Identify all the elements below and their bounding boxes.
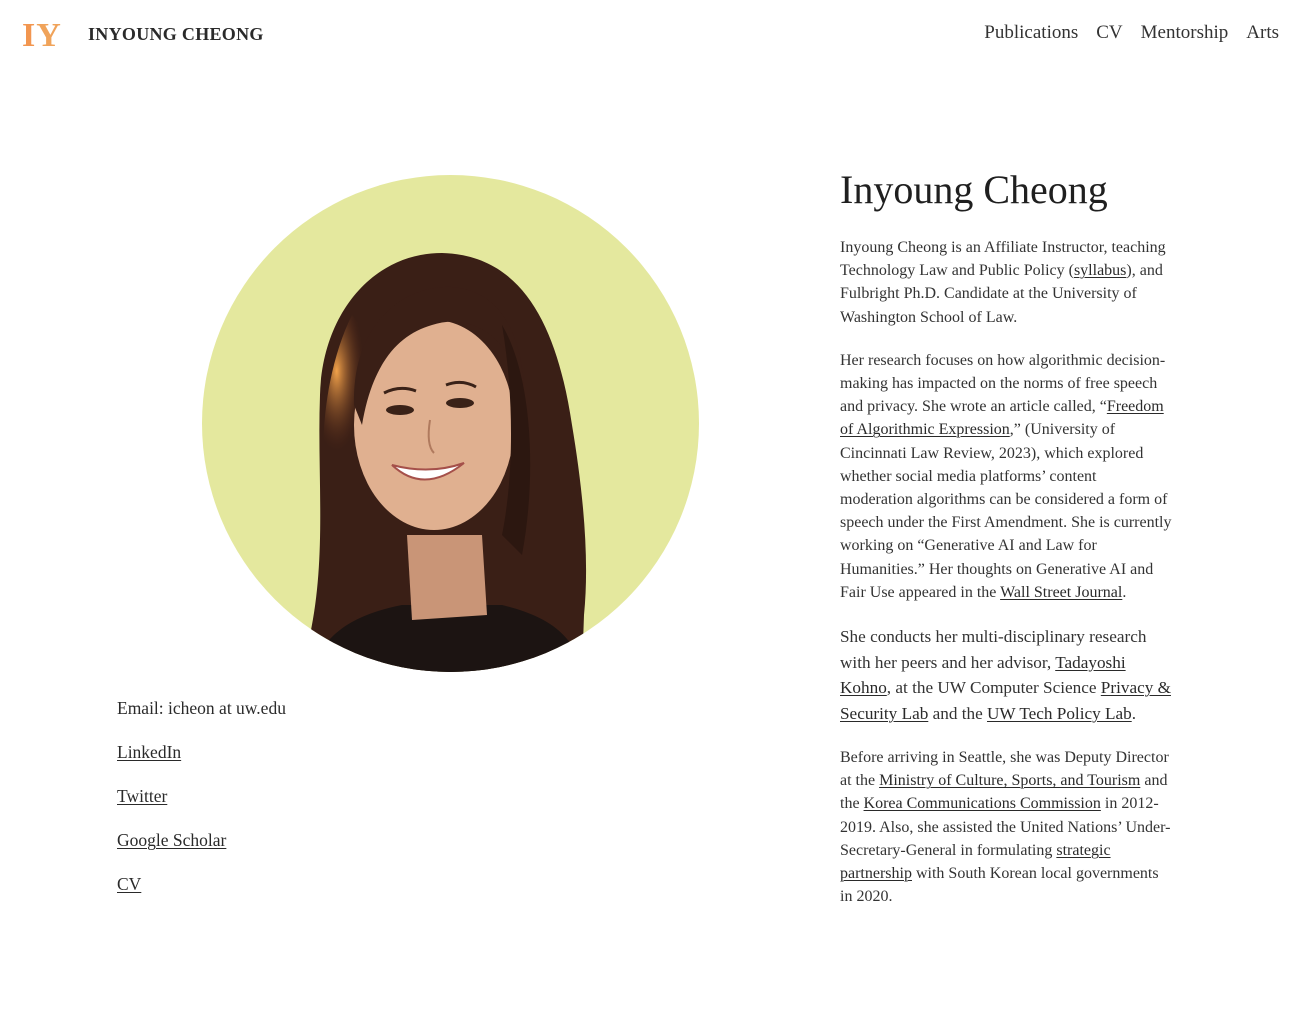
uw-tech-policy-lab-link[interactable]: UW Tech Policy Lab xyxy=(987,704,1132,723)
page-title: Inyoung Cheong xyxy=(840,167,1108,212)
linkedin-link[interactable]: LinkedIn xyxy=(117,742,181,762)
twitter-link[interactable]: Twitter xyxy=(117,786,167,806)
bio-paragraph-3: She conducts her multi-disciplinary rese… xyxy=(840,624,1172,726)
wall-street-journal-link[interactable]: Wall Street Journal xyxy=(1000,584,1122,601)
syllabus-link[interactable]: syllabus xyxy=(1074,262,1126,279)
korea-communications-commission-link[interactable]: Korea Communications Commission xyxy=(864,795,1101,812)
google-scholar-link[interactable]: Google Scholar xyxy=(117,830,226,850)
nav-mentorship[interactable]: Mentorship xyxy=(1141,22,1229,44)
logo-letter-i: I xyxy=(22,17,37,54)
ministry-of-culture-link[interactable]: Ministry of Culture, Sports, and Tourism xyxy=(879,772,1140,789)
logo-letter-y: Y xyxy=(36,17,62,54)
bio-text: and the xyxy=(928,703,988,723)
portrait-illustration xyxy=(310,253,587,672)
profile-photo xyxy=(202,175,699,672)
main-nav: Publications CV Mentorship Arts xyxy=(984,22,1279,44)
cv-link[interactable]: CV xyxy=(117,874,141,894)
nav-publications[interactable]: Publications xyxy=(984,22,1078,44)
email-text: Email: icheon at uw.edu xyxy=(117,698,286,718)
bio-paragraph-1: Inyoung Cheong is an Affiliate Instructo… xyxy=(840,236,1172,329)
bio-text: . xyxy=(1122,583,1127,601)
bio-text: ,” (University of Cincinnati Law Review,… xyxy=(840,421,1172,601)
bio-paragraph-4: Before arriving in Seattle, she was Depu… xyxy=(840,746,1172,908)
nav-arts[interactable]: Arts xyxy=(1246,22,1279,44)
bio-section: Inyoung Cheong Inyoung Cheong is an Affi… xyxy=(840,166,1172,928)
site-title[interactable]: INYOUNG CHEONG xyxy=(88,24,264,45)
site-logo[interactable]: IY xyxy=(22,17,62,54)
contact-list: Email: icheon at uw.edu LinkedIn Twitter… xyxy=(117,698,286,918)
site-header: IY INYOUNG CHEONG Publications CV Mentor… xyxy=(0,0,1296,70)
nav-cv[interactable]: CV xyxy=(1096,22,1122,44)
bio-text: , at the UW Computer Science xyxy=(886,678,1101,698)
bio-text: . xyxy=(1131,703,1137,723)
bio-paragraph-2: Her research focuses on how algorithmic … xyxy=(840,349,1172,604)
